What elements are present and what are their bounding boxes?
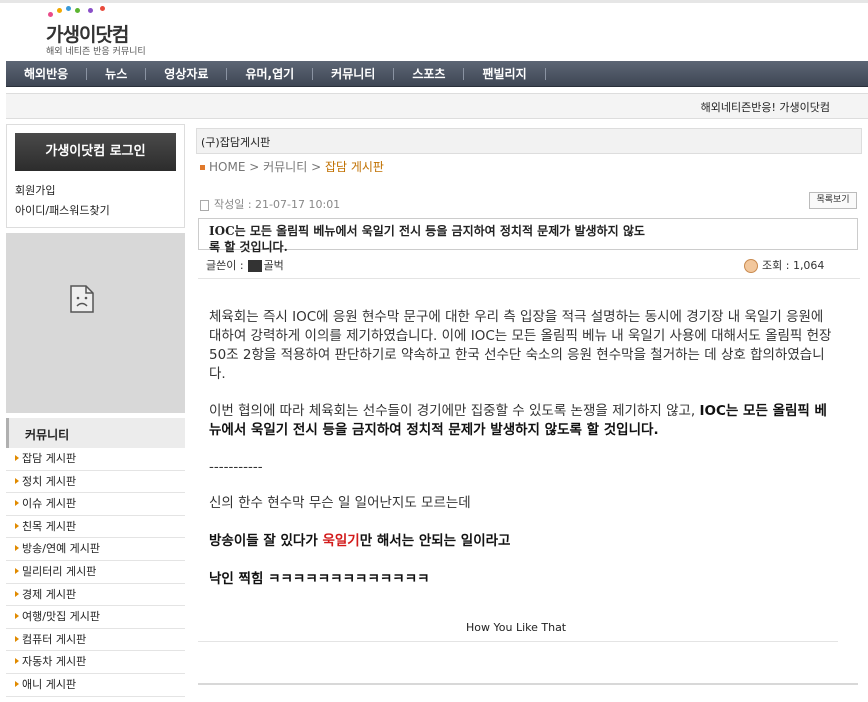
info-bar: 해외네티즌반응! 가생이닷컴 — [6, 93, 868, 119]
breadcrumb-home[interactable]: HOME — [209, 160, 245, 174]
top-border — [0, 0, 868, 3]
logo-dot — [75, 8, 80, 13]
join-link[interactable]: 회원가입 — [15, 182, 55, 198]
logo-subtitle: 해외 네티즌 반응 커뮤니티 — [46, 47, 146, 57]
logo-dot — [57, 8, 62, 13]
post-date-text: 작성일 : 21-07-17 10:01 — [214, 198, 341, 211]
login-button[interactable]: 가생이닷컴 로그인 — [15, 133, 176, 171]
site-logo[interactable]: 가생이닷컴 해외 네티즌 반응 커뮤니티 — [46, 6, 176, 58]
category-item[interactable]: 컴퓨터 게시판 — [6, 629, 185, 652]
views-count: 조회 : 1,064 — [762, 259, 825, 272]
category-list: 잡담 게시판 정치 게시판 이슈 게시판 친목 게시판 방송/연예 게시판 밀리터리 게시… — [6, 448, 185, 697]
nav-item[interactable]: 커뮤니티 — [313, 65, 393, 82]
nav-item[interactable]: 해외반응 — [6, 65, 86, 82]
breadcrumb-separator: > — [245, 160, 264, 174]
info-bar-text: 해외네티즌반응! 가생이닷컴 — [700, 101, 830, 114]
nav-item[interactable]: 팬빌리지 — [464, 65, 544, 82]
category-item[interactable]: 정치 게시판 — [6, 471, 185, 494]
content-text: 만 해서는 안되는 일이라고 — [359, 533, 511, 549]
nav-item[interactable]: 스포츠 — [394, 65, 463, 82]
login-box: 가생이닷컴 로그인 회원가입 아이디/패스워드찾기 — [6, 124, 185, 228]
category-item[interactable]: 자동차 게시판 — [6, 651, 185, 674]
nav-item[interactable]: 유머,엽기 — [227, 65, 312, 82]
list-button[interactable]: 목록보기 — [809, 192, 857, 209]
content-paragraph: 신의 한수 현수막 무슨 일 일어난지도 모르는데 — [209, 495, 471, 511]
category-item[interactable]: 여행/맛집 게시판 — [6, 606, 185, 629]
logo-dot — [48, 12, 53, 17]
post-date: 작성일 : 21-07-17 10:01 — [200, 196, 340, 212]
nav-separator — [544, 67, 546, 80]
content-paragraph: 이번 협의에 따라 체육회는 선수들이 경기에만 집중할 수 있도록 논쟁을 제… — [209, 402, 834, 440]
divider — [198, 278, 860, 279]
logo-dots — [48, 6, 108, 18]
nav-item[interactable]: 영상자료 — [146, 65, 226, 82]
logo-dot — [66, 6, 71, 11]
post-subject: IOC는 모든 올림픽 베뉴에서 욱일기 전시 등을 금지하여 정치적 문제가 … — [209, 224, 645, 254]
category-item[interactable]: 친목 게시판 — [6, 516, 185, 539]
find-account-link[interactable]: 아이디/패스워드찾기 — [15, 202, 110, 218]
divider — [198, 641, 838, 642]
author-label: 글쓴이 : — [206, 259, 244, 272]
breadcrumb-current[interactable]: 잡담 게시판 — [325, 160, 384, 174]
divider — [198, 683, 858, 685]
category-title: 커뮤니티 — [25, 428, 70, 442]
content-paragraph: 체육회는 즉시 IOC에 응원 현수막 문구에 대한 우리 측 입장을 적극 설… — [209, 309, 832, 382]
breadcrumb-community[interactable]: 커뮤니티 — [263, 160, 307, 174]
nav-item[interactable]: 뉴스 — [87, 65, 145, 82]
category-item[interactable]: 경제 게시판 — [6, 584, 185, 607]
breadcrumb-bullet-icon — [200, 165, 205, 170]
content-text: 방송이들 잘 있다가 — [209, 533, 323, 549]
logo-dot — [100, 6, 105, 11]
content-text: 이번 협의에 따라 체육회는 선수들이 경기에만 집중할 수 있도록 논쟁을 제… — [209, 403, 700, 419]
category-header: 커뮤니티 — [6, 418, 185, 448]
author-name[interactable]: 골벅 — [264, 259, 284, 272]
content-highlight: 욱일기 — [322, 533, 360, 549]
logo-title: 가생이닷컴 — [46, 24, 129, 46]
post-subject-box: IOC는 모든 올림픽 베뉴에서 욱일기 전시 등을 금지하여 정치적 문제가 … — [198, 218, 858, 254]
board-title: (구)잡담게시판 — [201, 136, 271, 149]
content-paragraph: 방송이들 잘 있다가 욱일기만 해서는 안되는 일이라고 — [209, 532, 510, 551]
content-divider: ----------- — [209, 459, 263, 475]
category-item[interactable]: 애니 게시판 — [6, 674, 185, 697]
category-item[interactable]: 밀리터리 게시판 — [6, 561, 185, 584]
broken-image-icon — [70, 285, 94, 313]
main-nav: 해외반응 뉴스 영상자료 유머,엽기 커뮤니티 스포츠 팬빌리지 — [6, 61, 868, 87]
breadcrumb-separator: > — [307, 160, 325, 174]
category-item[interactable]: 잡담 게시판 — [6, 448, 185, 471]
category-item[interactable]: 이슈 게시판 — [6, 493, 185, 516]
document-icon — [200, 199, 209, 211]
post-author: 글쓴이 : 골벅 — [206, 257, 284, 273]
board-title-bar: (구)잡담게시판 — [196, 128, 862, 154]
smiley-icon — [744, 259, 758, 273]
content-paragraph: 낙인 찍힘 ㅋㅋㅋㅋㅋㅋㅋㅋㅋㅋㅋㅋㅋ — [209, 571, 430, 587]
logo-dot — [88, 8, 93, 13]
category-item[interactable]: 방송/연예 게시판 — [6, 538, 185, 561]
author-avatar-icon — [247, 260, 262, 272]
ad-banner[interactable] — [6, 233, 185, 413]
signature: How You Like That — [466, 621, 567, 634]
post-views: 조회 : 1,064 — [744, 257, 824, 273]
breadcrumb: HOME > 커뮤니티 > 잡담 게시판 — [200, 158, 384, 175]
